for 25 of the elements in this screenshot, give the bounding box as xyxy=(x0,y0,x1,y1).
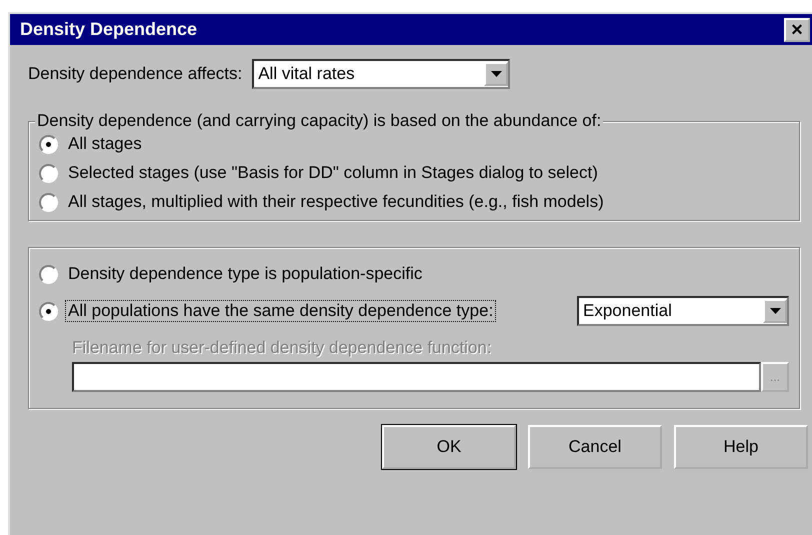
dialog-button[interactable]: Help xyxy=(674,425,808,469)
radio-label[interactable]: All populations have the same density dependence type: xyxy=(66,301,496,321)
group-legend: Density dependence (and carrying capacity) is based on the abundance of: xyxy=(35,111,604,131)
radio-button[interactable] xyxy=(39,192,58,212)
filename-label: Filename for user-defined density dependence function: xyxy=(72,338,493,358)
radio-label[interactable]: All stages xyxy=(66,134,144,154)
radio-button[interactable] xyxy=(39,302,58,320)
close-button[interactable]: × xyxy=(784,18,810,42)
radio-button[interactable] xyxy=(39,134,58,154)
radio-label[interactable]: Selected stages (use "Basis for DD" column in Stages dialog to select) xyxy=(66,163,600,183)
affects-dropdown[interactable]: All vital rates xyxy=(252,59,510,89)
radio-label[interactable]: Density dependence type is population-specific xyxy=(66,264,424,284)
type-dropdown[interactable]: Exponential xyxy=(577,296,789,326)
dialog-button[interactable]: OK xyxy=(382,425,516,469)
radio-button[interactable] xyxy=(39,264,58,284)
dialog-button[interactable]: Cancel xyxy=(528,425,662,469)
dropdown-arrow-icon xyxy=(770,308,780,314)
dropdown-value: Exponential xyxy=(583,301,672,321)
window-title: Density Dependence xyxy=(20,19,198,40)
dropdown-arrow-icon xyxy=(490,71,502,77)
filename-field[interactable] xyxy=(72,362,761,392)
dropdown-value: All vital rates xyxy=(258,64,355,84)
radio-label[interactable]: All stages, multiplied with their respective fecundities (e.g., fish models) xyxy=(66,192,606,212)
field-label: Density dependence affects: xyxy=(28,64,242,84)
radio-button[interactable] xyxy=(39,164,58,182)
